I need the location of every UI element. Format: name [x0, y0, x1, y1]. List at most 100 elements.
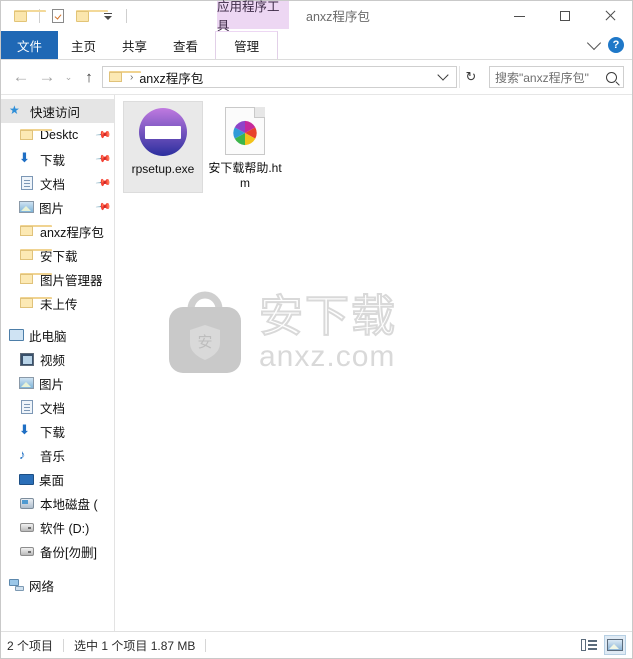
folder-icon	[19, 295, 52, 311]
item-count: 2 个项目	[7, 638, 54, 653]
quick-access-toolbar	[1, 1, 130, 31]
new-folder-icon[interactable]	[73, 6, 108, 26]
large-icons-view-icon	[607, 639, 623, 651]
tab-manage[interactable]: 管理	[215, 31, 279, 59]
sidebar-item-not-uploaded[interactable]: 未上传	[1, 291, 114, 315]
search-box[interactable]: 搜索"anxz程序包"	[489, 66, 624, 88]
sidebar-item-pictures-pc[interactable]: 图片	[1, 371, 114, 395]
drive-icon	[20, 522, 34, 532]
search-icon[interactable]	[606, 71, 617, 83]
document-icon	[21, 176, 33, 190]
status-divider	[63, 638, 65, 652]
pin-icon[interactable]: 📌	[94, 199, 111, 215]
properties-icon[interactable]	[48, 6, 68, 26]
window-controls	[497, 1, 632, 31]
tab-file[interactable]: 文件	[1, 31, 59, 59]
folder-icon	[19, 223, 52, 239]
download-icon: ⬇	[19, 422, 30, 437]
title-bar: 应用程序工具 anxz程序包	[1, 0, 632, 33]
sidebar-item-documents[interactable]: 文档 📌	[1, 171, 114, 195]
sidebar-item-label: 网络	[29, 579, 55, 594]
minimize-button[interactable]	[497, 1, 542, 31]
breadcrumb[interactable]: › anxz程序包	[108, 68, 203, 87]
sidebar-item-backup-drive[interactable]: 备份[勿删]	[1, 539, 114, 563]
file-item-help-htm[interactable]: 安下载帮助.htm	[205, 101, 285, 193]
help-icon[interactable]: ?	[608, 37, 624, 53]
details-view-icon	[581, 639, 597, 651]
sidebar-item-drive-d[interactable]: 软件 (D:)	[1, 515, 114, 539]
star-pin-icon: ★	[9, 103, 20, 117]
sidebar-item-label: 音乐	[40, 449, 66, 464]
back-button[interactable]: ←	[9, 65, 33, 89]
download-icon: ⬇	[19, 150, 30, 165]
sidebar-item-downloads-pc[interactable]: ⬇ 下载	[1, 419, 114, 443]
breadcrumb-current[interactable]: anxz程序包	[139, 68, 203, 87]
sidebar-item-local-disk[interactable]: 本地磁盘 (	[1, 491, 114, 515]
chevron-down-icon[interactable]	[586, 35, 602, 51]
sidebar-item-quick-access[interactable]: ★ 快速访问	[1, 99, 114, 123]
video-icon	[20, 352, 34, 366]
sidebar-item-videos[interactable]: 视频	[1, 347, 114, 371]
close-button[interactable]	[587, 1, 632, 31]
watermark-text: 安下载 anxz.com	[258, 290, 397, 373]
tab-home[interactable]: 主页	[58, 31, 109, 59]
status-bar: 2 个项目 选中 1 个项目 1.87 MB	[1, 631, 632, 658]
details-view-button[interactable]	[578, 635, 600, 655]
sidebar-item-label: 备份[勿删]	[40, 545, 97, 560]
pin-icon[interactable]: 📌	[94, 151, 111, 167]
sidebar-item-label: 文档	[40, 401, 66, 416]
file-list-pane[interactable]: 安 安下载 anxz.com rpsetup.exe 安下载帮助.htm	[115, 95, 632, 631]
content-area: ★ 快速访问 Desktc 📌 ⬇ 下载 📌 文档 📌 图片 📌 anxz程序包…	[1, 94, 632, 631]
sidebar-item-downloads[interactable]: ⬇ 下载 📌	[1, 147, 114, 171]
customize-caret-icon[interactable]	[98, 6, 118, 26]
html-icon	[225, 107, 265, 155]
breadcrumb-separator: ›	[130, 71, 134, 83]
address-bar-row: ← → ⌄ ↑ › anxz程序包 ↻ 搜索"anxz程序包"	[1, 60, 632, 94]
sidebar-item-anxz-package[interactable]: anxz程序包	[1, 219, 114, 243]
tab-view[interactable]: 查看	[160, 31, 211, 59]
large-icons-view-button[interactable]	[604, 635, 626, 655]
sidebar-item-label: 下载	[40, 425, 66, 440]
window-title: anxz程序包	[306, 9, 370, 24]
sidebar-item-picture-manager[interactable]: 图片管理器	[1, 267, 114, 291]
sidebar-item-documents-pc[interactable]: 文档	[1, 395, 114, 419]
sidebar-item-label: 文档	[40, 177, 66, 192]
refresh-button[interactable]: ↻	[459, 66, 482, 88]
sidebar-item-desktop-pc[interactable]: 桌面	[1, 467, 114, 491]
pin-icon[interactable]: 📌	[94, 175, 111, 191]
watermark-cn: 安下载	[258, 290, 397, 342]
recent-locations-button[interactable]: ⌄	[61, 65, 76, 89]
address-bar[interactable]: › anxz程序包	[102, 66, 457, 88]
drive-icon	[20, 546, 34, 556]
system-drive-icon	[20, 497, 34, 509]
desktop-icon	[19, 473, 34, 485]
sidebar-item-label: 视频	[40, 353, 66, 368]
maximize-button[interactable]	[542, 1, 587, 31]
file-tiles: rpsetup.exe 安下载帮助.htm	[115, 95, 632, 193]
exe-icon	[139, 108, 187, 156]
folder-icon[interactable]	[11, 6, 46, 26]
folder-icon	[19, 247, 52, 263]
up-button[interactable]: ↑	[78, 65, 100, 89]
forward-button[interactable]: →	[35, 65, 59, 89]
tab-share[interactable]: 共享	[109, 31, 160, 59]
sidebar-item-this-pc[interactable]: 此电脑	[1, 323, 114, 347]
folder-icon	[108, 69, 141, 85]
pin-icon[interactable]: 📌	[94, 127, 111, 143]
sidebar-item-music[interactable]: ♪ 音乐	[1, 443, 114, 467]
picture-icon	[19, 377, 34, 389]
sidebar-item-label: 图片	[39, 201, 65, 216]
anxz-logo-icon: 安	[161, 289, 249, 377]
network-icon	[9, 579, 24, 591]
search-input[interactable]: 搜索"anxz程序包"	[495, 69, 606, 86]
sidebar-item-network[interactable]: 网络	[1, 573, 114, 597]
sidebar-item-anxiazai[interactable]: 安下载	[1, 243, 114, 267]
file-name: rpsetup.exe	[131, 162, 195, 176]
sidebar-item-desktop[interactable]: Desktc 📌	[1, 123, 114, 147]
file-item-rpsetup[interactable]: rpsetup.exe	[123, 101, 203, 193]
file-name: 安下载帮助.htm	[208, 161, 282, 190]
contextual-tab-header: 应用程序工具	[217, 0, 289, 33]
chevron-down-icon[interactable]	[437, 69, 449, 81]
this-pc-icon	[9, 329, 24, 341]
sidebar-item-pictures[interactable]: 图片 📌	[1, 195, 114, 219]
